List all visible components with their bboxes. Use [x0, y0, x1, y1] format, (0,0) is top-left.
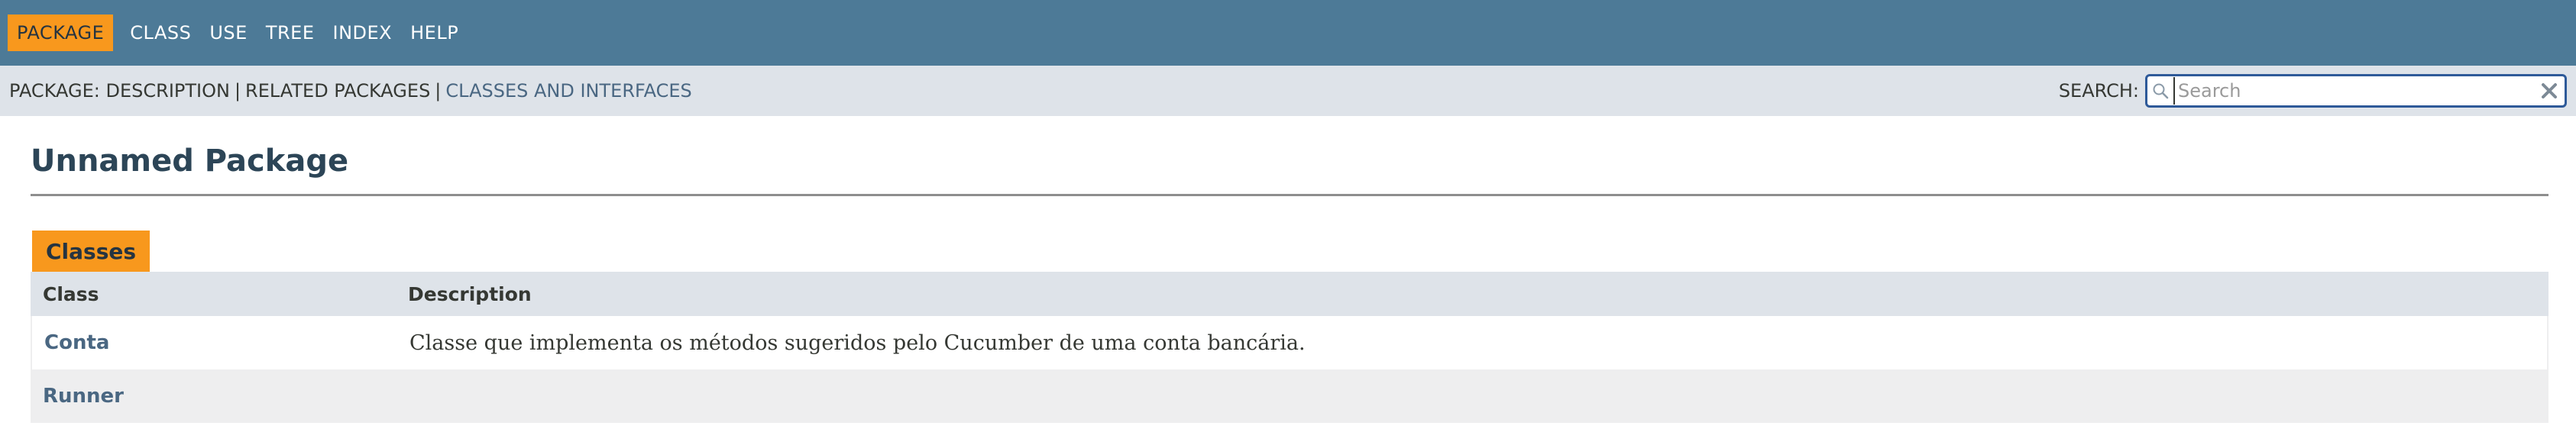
search-area: SEARCH:: [2059, 74, 2567, 108]
class-cell: Runner: [31, 369, 408, 423]
search-label: SEARCH:: [2058, 80, 2139, 102]
class-cell: Conta: [32, 316, 409, 369]
description-cell: Classe que implementa os métodos sugerid…: [409, 316, 2547, 369]
search-box: [2145, 74, 2567, 108]
nav-index[interactable]: INDEX: [323, 15, 401, 51]
sub-navigation-bar: PACKAGE: DESCRIPTION | RELATED PACKAGES …: [0, 66, 2576, 116]
top-navigation-bar: PACKAGE CLASS USE TREE INDEX HELP: [0, 0, 2576, 66]
nav-help[interactable]: HELP: [401, 15, 468, 51]
title-divider: [31, 194, 2548, 196]
package-label: PACKAGE:: [9, 80, 100, 102]
related-packages-crumb: RELATED PACKAGES: [245, 80, 431, 102]
close-x-icon[interactable]: [2534, 76, 2565, 105]
table-row: Conta Classe que implementa os métodos s…: [31, 316, 2548, 369]
class-description: Classe que implementa os métodos sugerid…: [409, 331, 1306, 355]
classes-tab[interactable]: Classes: [32, 231, 150, 272]
package-breadcrumb: PACKAGE: DESCRIPTION | RELATED PACKAGES …: [9, 80, 692, 102]
table-header-row: Class Description: [31, 272, 2548, 316]
nav-tree[interactable]: TREE: [257, 15, 324, 51]
search-input[interactable]: [2173, 77, 2534, 105]
class-link-runner[interactable]: Runner: [43, 385, 124, 408]
column-header-description: Description: [408, 282, 532, 305]
description-crumb: DESCRIPTION: [105, 80, 230, 102]
classes-and-interfaces-link[interactable]: CLASSES AND INTERFACES: [445, 80, 691, 102]
magnifier-icon: [2147, 76, 2173, 105]
table-row: Runner: [31, 369, 2548, 423]
nav-use[interactable]: USE: [200, 15, 256, 51]
description-cell: [408, 369, 2548, 423]
class-link-conta[interactable]: Conta: [44, 331, 109, 354]
separator: |: [435, 80, 442, 102]
class-summary-table: Class Description Conta Classe que imple…: [31, 272, 2548, 423]
column-header-class: Class: [43, 282, 99, 305]
page-title: Unnamed Package: [31, 144, 349, 179]
separator: |: [234, 80, 241, 102]
nav-class[interactable]: CLASS: [121, 15, 200, 51]
nav-package[interactable]: PACKAGE: [8, 15, 114, 51]
